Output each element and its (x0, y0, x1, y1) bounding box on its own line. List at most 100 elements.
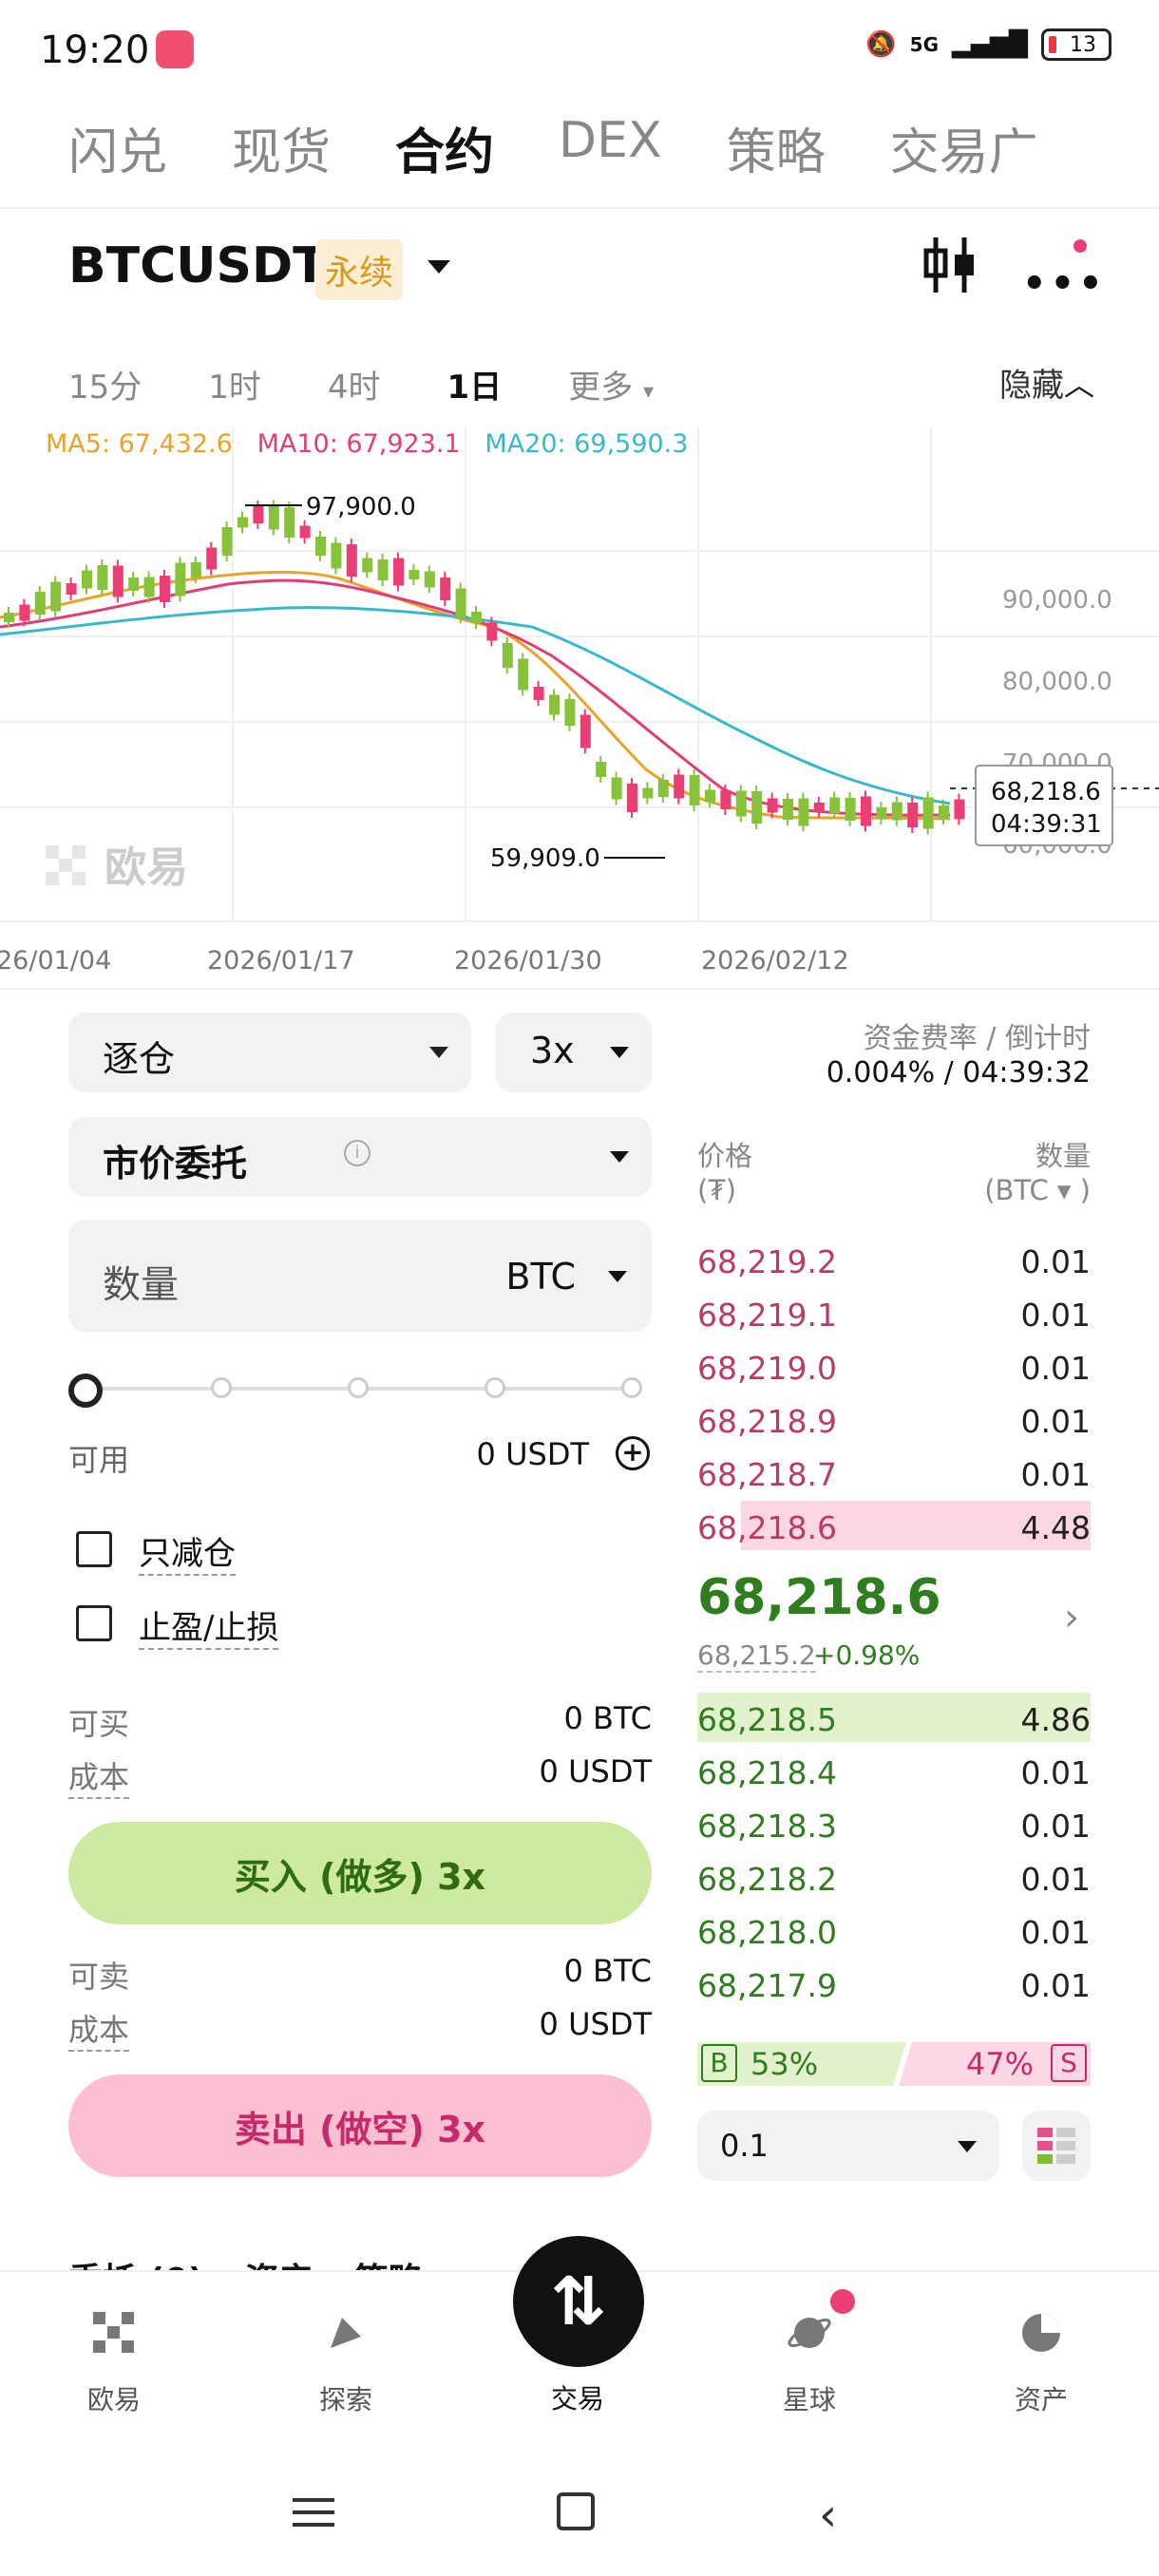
tab-strategy[interactable]: 策略 (727, 112, 826, 183)
nav-trade[interactable]: 交易 (483, 2378, 673, 2416)
ask-row[interactable]: 68,219.1 0.01 (697, 1288, 1091, 1341)
price-header: 价格 (697, 1140, 753, 1172)
ma10-label: MA10: 67,923.1 (256, 429, 461, 459)
signal-icon: ▂▄▆█ (952, 30, 1028, 59)
buy-ratio: 53% (750, 2046, 819, 2082)
nav-explore[interactable]: 探索 (251, 2310, 441, 2417)
hide-chart-button[interactable]: 隐藏 (999, 359, 1064, 406)
chevron-right-icon[interactable]: › (1064, 1596, 1079, 1639)
depth-view-toggle[interactable] (1022, 2111, 1091, 2181)
reduce-only-label[interactable]: 只减仓 (139, 1527, 236, 1576)
menu-icon[interactable] (293, 2498, 334, 2527)
x-tick: 26/01/04 (0, 946, 111, 975)
candle (253, 506, 264, 523)
tpsl-checkbox[interactable] (76, 1605, 112, 1641)
chevron-down-icon (608, 1271, 627, 1282)
perpetual-badge: 永续 (315, 239, 404, 300)
chevron-up-icon[interactable]: ︿ (1064, 361, 1094, 405)
interval-15m[interactable]: 15分 (68, 361, 142, 407)
pie-chart-icon (1022, 2314, 1060, 2352)
candle (939, 805, 949, 819)
bid-row[interactable]: 68,218.0 0.01 (697, 1905, 1091, 1959)
candle (705, 789, 715, 803)
slider-step[interactable] (484, 1377, 505, 1398)
ask-row[interactable]: 68,218.6 4.48 (697, 1501, 1091, 1554)
tab-dex[interactable]: DEX (559, 112, 662, 183)
price-change: +0.98% (813, 1639, 921, 1671)
tab-p2p[interactable]: 交易广 (890, 112, 1038, 183)
interval-tabs: 15分 1时 4时 1日 更多 ▾ (68, 361, 654, 407)
tpsl-label[interactable]: 止盈/止损 (139, 1601, 279, 1650)
bid-row[interactable]: 68,218.3 0.01 (697, 1799, 1091, 1852)
info-icon[interactable]: i (344, 1140, 370, 1166)
candle (362, 558, 373, 573)
nav-planet[interactable]: 星球 (714, 2310, 904, 2417)
ask-qty: 4.48 (1020, 1508, 1091, 1546)
nav-home[interactable]: 欧易 (19, 2310, 209, 2417)
candle (97, 565, 108, 590)
tab-spot[interactable]: 现货 (232, 112, 331, 183)
candle (533, 687, 544, 700)
mid-price: 68,218.6 (697, 1569, 941, 1626)
ask-row[interactable]: 68,219.0 0.01 (697, 1341, 1091, 1394)
back-icon[interactable]: ‹ (819, 2489, 837, 2542)
bid-row[interactable]: 68,217.9 0.01 (697, 1959, 1091, 2012)
nav-assets[interactable]: 资产 (946, 2310, 1136, 2417)
ask-row[interactable]: 68,218.7 0.01 (697, 1448, 1091, 1501)
pair-title[interactable]: BTCUSDT (68, 237, 327, 294)
ask-row[interactable]: 68,218.9 0.01 (697, 1394, 1091, 1448)
interval-4h[interactable]: 4时 (328, 361, 381, 407)
margin-mode-select[interactable]: 逐仓 (68, 1013, 471, 1092)
buy-long-button[interactable]: 买入 (做多) 3x (68, 1822, 652, 1924)
leverage-select[interactable]: 3x (496, 1013, 652, 1092)
buy-letter-badge: B (701, 2044, 737, 2082)
bid-row[interactable]: 68,218.5 4.86 (697, 1693, 1091, 1746)
bid-row[interactable]: 68,218.4 0.01 (697, 1746, 1091, 1799)
interval-1d[interactable]: 1日 (447, 361, 503, 407)
quantity-unit[interactable]: BTC (505, 1256, 576, 1297)
qty-unit-selector[interactable]: (BTC ▾ ) (984, 1174, 1091, 1206)
candle (922, 797, 934, 829)
candlestick-icon[interactable] (922, 234, 978, 296)
slider-step[interactable] (348, 1377, 369, 1398)
depth-step-select[interactable]: 0.1 (697, 2111, 999, 2181)
trade-swap-icon[interactable]: ⇅ (513, 2236, 644, 2367)
more-dropdown-icon: ▾ (643, 380, 655, 404)
candle (813, 803, 825, 812)
candle (238, 517, 248, 528)
candle (66, 583, 77, 595)
add-funds-icon[interactable]: + (616, 1436, 650, 1470)
candle (4, 613, 14, 622)
notification-dot (830, 2289, 855, 2314)
order-type-select[interactable]: 市价委托 i (68, 1117, 652, 1197)
tab-swap[interactable]: 闪兑 (68, 112, 167, 183)
x-tick: 2026/02/12 (701, 946, 849, 975)
bid-qty: 4.86 (1020, 1700, 1091, 1738)
candle (408, 570, 420, 579)
reduce-only-checkbox[interactable] (76, 1531, 112, 1567)
more-menu-icon[interactable]: ••• (1022, 262, 1107, 306)
battery-icon: 13 (1041, 28, 1112, 61)
ask-price: 68,218.7 (697, 1455, 837, 1493)
candle (735, 790, 747, 817)
ask-row[interactable]: 68,219.2 0.01 (697, 1235, 1091, 1288)
status-time: 19:20 (40, 28, 150, 72)
slider-handle[interactable] (68, 1373, 103, 1408)
home-icon[interactable] (557, 2492, 595, 2530)
slider-step[interactable] (211, 1377, 232, 1398)
interval-1h[interactable]: 1时 (208, 361, 261, 407)
bid-row[interactable]: 68,218.2 0.01 (697, 1852, 1091, 1905)
interval-more[interactable]: 更多 ▾ (568, 361, 654, 407)
notification-dot (1074, 239, 1087, 253)
ask-qty: 0.01 (1020, 1402, 1091, 1440)
tab-futures[interactable]: 合约 (395, 112, 494, 183)
slider-step[interactable] (621, 1377, 642, 1398)
sell-short-button[interactable]: 卖出 (做空) 3x (68, 2074, 652, 2177)
bid-price: 68,218.5 (697, 1700, 837, 1738)
mark-price[interactable]: 68,215.2 (697, 1639, 816, 1673)
quantity-input[interactable]: 数量 BTC (68, 1220, 652, 1332)
chevron-down-icon (610, 1047, 629, 1058)
pair-dropdown-icon[interactable] (428, 260, 450, 274)
kline-chart[interactable]: 欧易 97,900.0 59,909.0 90,000.0 80,000.0 7… (0, 427, 1159, 988)
cost-label: 成本 (68, 1753, 130, 1799)
